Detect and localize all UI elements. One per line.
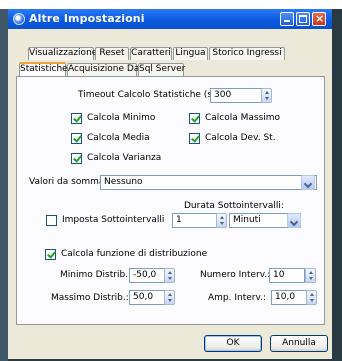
unit-dropdown-icon[interactable] [287, 213, 301, 228]
minimo-distrib-label: Minimo Distrib.: [60, 270, 132, 280]
distribuzione-label: Calcola funzione di distribuzione [61, 249, 208, 259]
calcola-varianza-label: Calcola Varianza [87, 153, 162, 163]
tab-reset[interactable]: Reset [95, 47, 129, 60]
annulla-button[interactable]: Annulla [270, 335, 328, 352]
valori-dropdown-icon[interactable] [301, 175, 315, 190]
background-left [0, 0, 8, 361]
calcola-media-label: Calcola Media [87, 133, 150, 143]
calcola-media-checkbox[interactable] [71, 133, 82, 144]
massimo-distrib-spinner[interactable] [164, 290, 175, 305]
numero-interv-spinner[interactable] [305, 268, 316, 283]
calcola-minimo-checkbox[interactable] [71, 113, 82, 124]
numero-interv-input[interactable]: 10 [269, 268, 305, 283]
tab-caratteri[interactable]: Caratteri [130, 47, 172, 60]
durata-input[interactable]: 1 [172, 213, 222, 228]
massimo-distrib-label: Massimo Distrib.: [51, 293, 129, 303]
tab-lingua[interactable]: Lingua [173, 47, 208, 60]
minimize-button[interactable] [280, 12, 294, 26]
close-icon: × [315, 12, 325, 25]
timeout-label: Timeout Calcolo Statistiche (s): [78, 90, 219, 100]
amp-interv-label: Amp. Interv.: [208, 293, 267, 303]
durata-label: Durata Sottointervalli: [184, 201, 284, 211]
calcola-massimo-label: Calcola Massimo [205, 113, 281, 123]
durata-spinner[interactable] [216, 213, 227, 228]
calcola-varianza-checkbox[interactable] [71, 153, 82, 164]
tab-sql-server[interactable]: Sql Server [138, 63, 185, 76]
distribuzione-checkbox[interactable] [45, 249, 56, 260]
amp-interv-input[interactable]: 10,0 [271, 290, 307, 305]
sottointervalli-label: Imposta Sottointervalli [62, 215, 165, 225]
calcola-minimo-label: Calcola Minimo [87, 113, 156, 123]
tab-storico-ingressi[interactable]: Storico Ingressi [209, 47, 285, 60]
background-top [0, 0, 342, 9]
amp-interv-spinner[interactable] [306, 290, 317, 305]
timeout-input[interactable]: 300 [210, 88, 264, 103]
title-bar[interactable]: Altre Impostazioni × [8, 9, 332, 29]
dialog-window: Altre Impostazioni × Visualizzazione Res… [8, 9, 332, 359]
minimo-distrib-spinner[interactable] [164, 268, 175, 283]
massimo-distrib-input[interactable]: 50,0 [129, 290, 165, 305]
calcola-massimo-checkbox[interactable] [189, 113, 200, 124]
numero-interv-label: Numero Interv.: [200, 270, 271, 280]
tab-statistiche[interactable]: Statistiche [19, 62, 68, 76]
timeout-spinner[interactable] [261, 88, 272, 103]
calcola-devst-label: Calcola Dev. St. [205, 133, 276, 143]
app-icon [13, 13, 25, 25]
ok-button[interactable]: OK [204, 335, 262, 352]
maximize-button[interactable] [296, 12, 310, 26]
tab-visualizzazione[interactable]: Visualizzazione [28, 47, 97, 60]
valori-select[interactable]: Nessuno [100, 175, 317, 190]
sottointervalli-checkbox[interactable] [46, 215, 57, 226]
tab-acquisizione-dati[interactable]: Acquisizione Dati [67, 63, 145, 76]
calcola-devst-checkbox[interactable] [189, 133, 200, 144]
minimo-distrib-input[interactable]: -50,0 [129, 268, 165, 283]
window-title: Altre Impostazioni [29, 12, 145, 25]
close-button[interactable]: × [312, 12, 326, 26]
